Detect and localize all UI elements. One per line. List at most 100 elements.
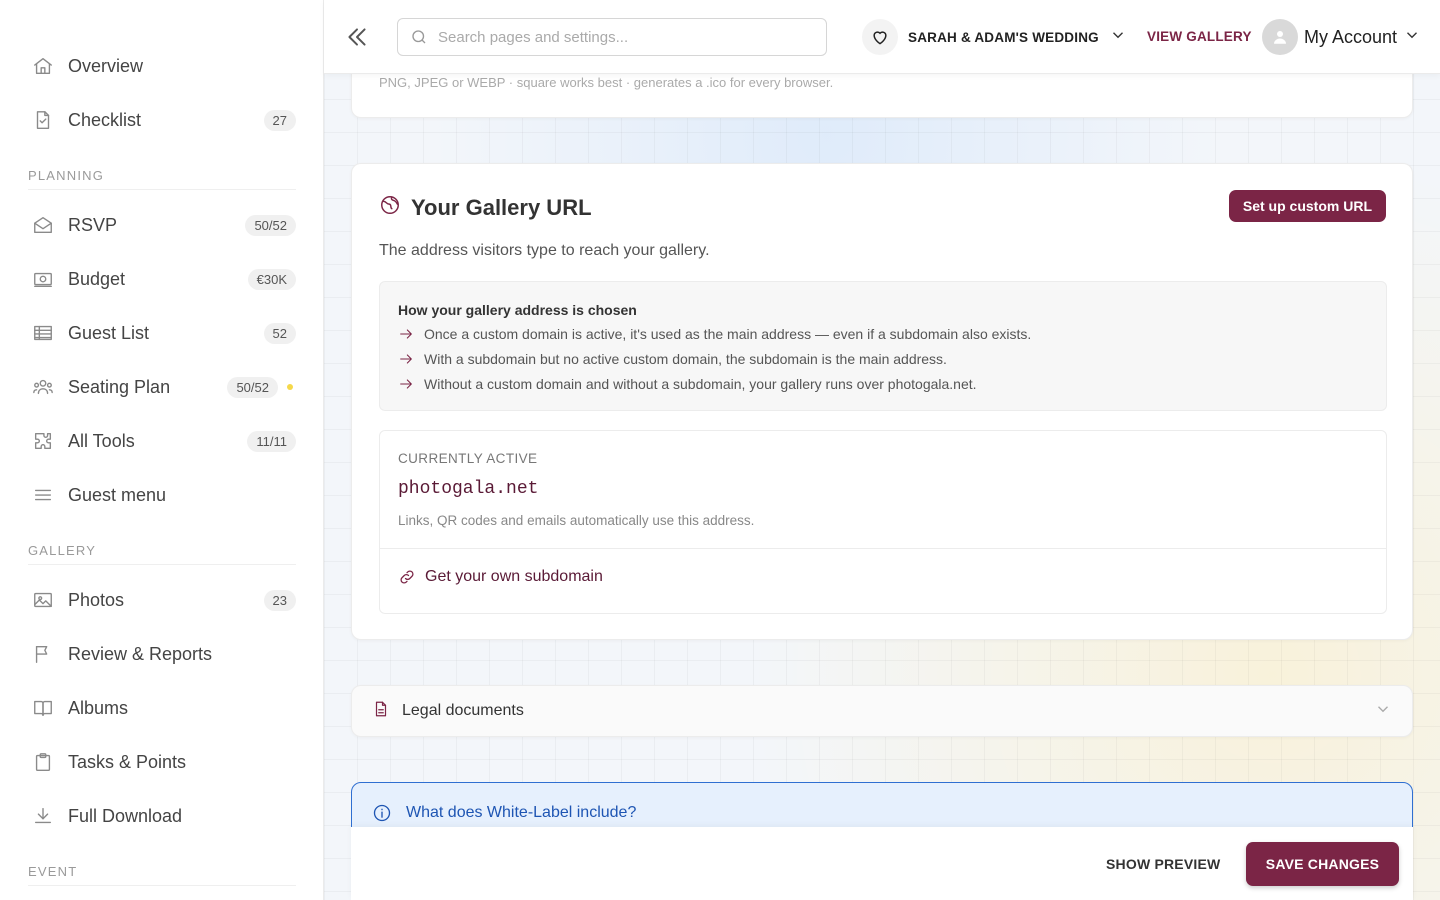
event-selector[interactable]: SARAH & ADAM'S WEDDING: [862, 18, 1127, 56]
avatar: [1262, 19, 1298, 55]
sidebar: Overview Checklist 27 PLANNING RSVP 50/5…: [0, 0, 324, 900]
list-item-text: Without a custom domain and without a su…: [424, 376, 977, 392]
set-up-custom-url-button[interactable]: Set up custom URL: [1228, 190, 1386, 222]
clipboard-icon: [28, 751, 60, 773]
event-name: SARAH & ADAM'S WEDDING: [908, 29, 1099, 45]
gallery-url-card: Your Gallery URL Set up custom URL The a…: [351, 163, 1413, 640]
sidebar-item-review-reports[interactable]: Review & Reports: [28, 634, 296, 674]
sidebar-item-all-tools[interactable]: All Tools 11/11: [28, 421, 296, 461]
save-footer-bar: SHOW PREVIEW SAVE CHANGES: [351, 827, 1413, 900]
list-item: With a subdomain but no active custom do…: [398, 351, 947, 367]
user-icon: [1274, 31, 1286, 44]
sidebar-item-label: Seating Plan: [68, 376, 171, 397]
account-label: My Account: [1304, 26, 1398, 47]
chevron-down-icon: [1109, 26, 1127, 49]
count-badge: €30K: [247, 268, 296, 290]
arrow-right-icon: [400, 354, 412, 364]
sidebar-item-label: Guest menu: [68, 484, 167, 505]
sidebar-item-overview[interactable]: Overview: [28, 46, 296, 86]
collapse-sidebar-button[interactable]: [344, 24, 370, 50]
info-icon: [373, 804, 391, 822]
white-label-toggle[interactable]: What does White-Label include?: [372, 803, 636, 823]
main-content: PNG, JPEG or WEBP · square works best · …: [324, 0, 1440, 900]
view-gallery-link[interactable]: VIEW GALLERY: [1147, 29, 1252, 44]
sidebar-item-full-download[interactable]: Full Download: [28, 796, 296, 836]
section-heading-planning: PLANNING: [28, 168, 296, 190]
sidebar-item-guest-menu[interactable]: Guest menu: [28, 475, 296, 515]
chevron-down-icon: [1403, 26, 1421, 49]
list-item-text: Once a custom domain is active, it's use…: [424, 326, 1032, 342]
globe-icon: [379, 194, 401, 221]
sidebar-item-seating-plan[interactable]: Seating Plan 50/52: [28, 367, 296, 407]
top-bar: SARAH & ADAM'S WEDDING VIEW GALLERY My A…: [324, 0, 1440, 74]
envelope-icon: [28, 214, 60, 236]
sidebar-item-label: RSVP: [68, 214, 118, 235]
favicon-hint: PNG, JPEG or WEBP · square works best · …: [379, 75, 834, 90]
sidebar-item-rsvp[interactable]: RSVP 50/52: [28, 205, 296, 245]
how-address-chosen-title: How your gallery address is chosen: [398, 302, 637, 318]
divider: [380, 548, 1386, 549]
arrow-right-icon: [400, 379, 412, 389]
sidebar-item-photos[interactable]: Photos 23: [28, 580, 296, 620]
sidebar-item-budget[interactable]: Budget €30K: [28, 259, 296, 299]
sidebar-item-label: Review & Reports: [68, 643, 213, 664]
currently-active-box: CURRENTLY ACTIVE photogala.net Links, QR…: [379, 430, 1387, 614]
search-box[interactable]: [397, 18, 827, 56]
save-changes-button[interactable]: SAVE CHANGES: [1246, 842, 1399, 886]
sidebar-item-albums[interactable]: Albums: [28, 688, 296, 728]
list-item: Without a custom domain and without a su…: [398, 376, 977, 392]
currently-active-label: CURRENTLY ACTIVE: [398, 451, 538, 466]
sidebar-item-tasks-points[interactable]: Tasks & Points: [28, 742, 296, 782]
document-icon: [372, 700, 390, 723]
legal-documents-accordion[interactable]: Legal documents: [351, 685, 1413, 737]
count-badge: 23: [263, 589, 296, 611]
active-domain: photogala.net: [398, 479, 539, 499]
section-heading-event: EVENT: [28, 864, 296, 886]
white-label-question: What does White-Label include?: [406, 804, 637, 821]
sidebar-item-label: Photos: [68, 589, 125, 610]
sidebar-item-label: Checklist: [68, 109, 142, 130]
double-chevron-left-icon: [348, 28, 366, 46]
count-badge: 50/52: [227, 376, 278, 398]
sidebar-item-label: Albums: [68, 697, 129, 718]
gallery-url-description: The address visitors type to reach your …: [379, 242, 710, 259]
sidebar-item-checklist[interactable]: Checklist 27: [28, 100, 296, 140]
list-item-text: With a subdomain but no active custom do…: [424, 351, 947, 367]
gallery-url-title: Your Gallery URL: [411, 194, 592, 220]
get-subdomain-label: Get your own subdomain: [425, 568, 603, 585]
sidebar-item-label: Full Download: [68, 805, 183, 826]
sidebar-item-label: Overview: [68, 55, 144, 76]
sidebar-item-label: Guest List: [68, 322, 150, 343]
flag-icon: [28, 643, 60, 665]
link-icon: [400, 570, 414, 584]
count-badge: 52: [263, 322, 296, 344]
search-icon: [412, 30, 426, 44]
book-icon: [28, 697, 60, 719]
search-input[interactable]: [438, 28, 798, 46]
menu-icon: [28, 484, 60, 506]
heart-icon: [862, 19, 898, 55]
count-badge: 50/52: [245, 214, 296, 236]
puzzle-icon: [28, 430, 60, 452]
home-icon: [28, 55, 60, 77]
how-address-chosen-box: How your gallery address is chosen Once …: [379, 281, 1387, 411]
sidebar-item-label: Tasks & Points: [68, 751, 187, 772]
legal-documents-label: Legal documents: [402, 702, 524, 719]
notification-dot: [287, 384, 293, 390]
gallery-url-heading: Your Gallery URL: [379, 194, 592, 221]
checklist-icon: [28, 109, 60, 131]
sidebar-item-label: All Tools: [68, 430, 135, 451]
table-icon: [28, 322, 60, 344]
money-icon: [28, 268, 60, 290]
arrow-right-icon: [400, 329, 412, 339]
get-subdomain-link[interactable]: Get your own subdomain: [398, 568, 603, 586]
count-badge: 11/11: [247, 430, 296, 452]
count-badge: 27: [263, 109, 296, 131]
sidebar-item-guest-list[interactable]: Guest List 52: [28, 313, 296, 353]
account-menu[interactable]: My Account: [1262, 18, 1421, 56]
sidebar-item-label: Budget: [68, 268, 126, 289]
section-heading-gallery: GALLERY: [28, 543, 296, 565]
people-icon: [28, 376, 60, 398]
show-preview-button[interactable]: SHOW PREVIEW: [1106, 856, 1220, 872]
download-icon: [28, 805, 60, 827]
